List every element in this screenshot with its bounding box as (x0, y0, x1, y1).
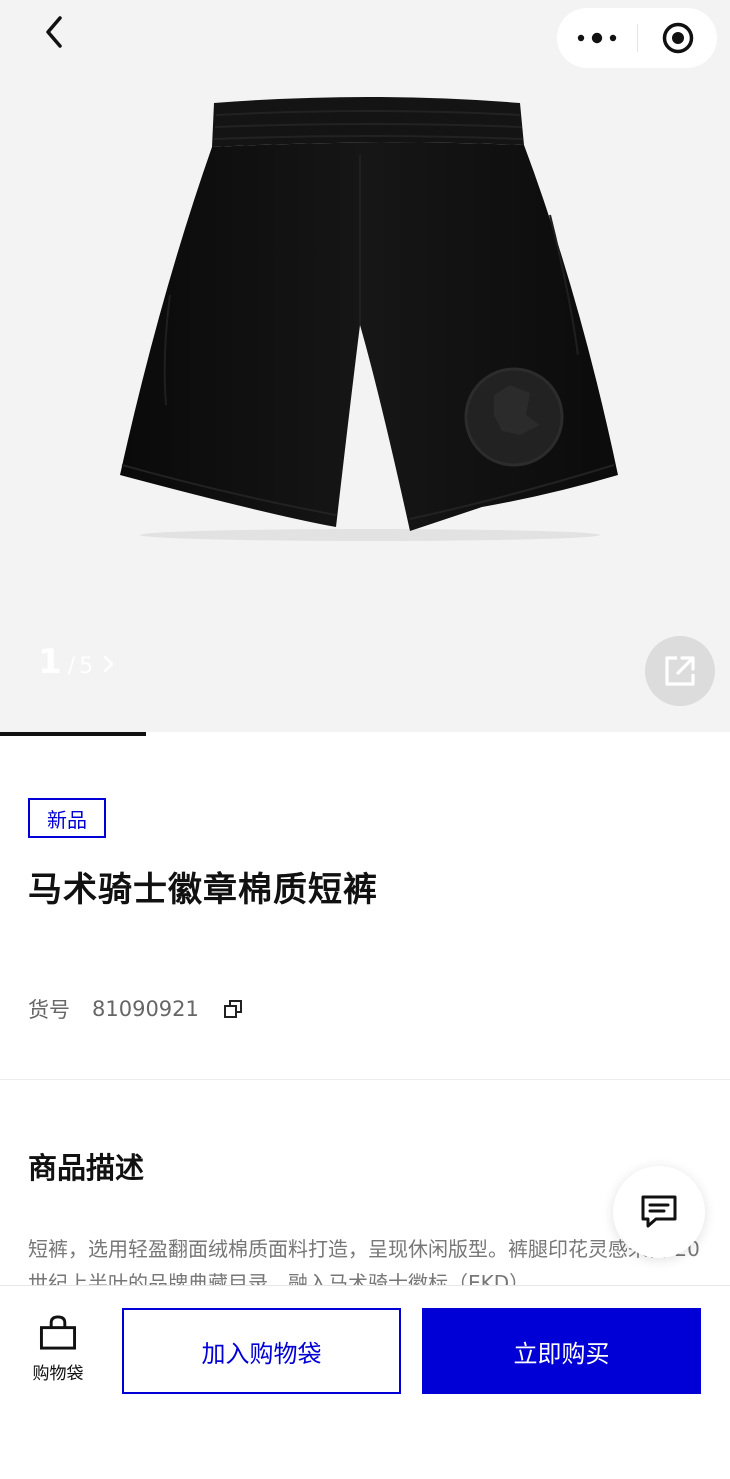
description-heading: 商品描述 (28, 1151, 145, 1185)
chat-icon (641, 1195, 677, 1228)
product-gallery[interactable]: 1 / 5 (0, 0, 730, 736)
bottom-action-bar: 购物袋 加入购物袋 立即购买 (0, 1285, 730, 1479)
shopping-bag-icon (39, 1315, 77, 1350)
close-mini-program-button[interactable] (638, 8, 717, 68)
description-text: 短裤，选用轻盈翻面绒棉质面料打造，呈现休闲版型。裤腿印花灵感来自 20 世纪上半… (28, 1237, 700, 1286)
customer-service-button[interactable] (613, 1166, 705, 1258)
total-image-count: 5 (79, 654, 94, 679)
sku-row: 货号 81090921 (28, 994, 245, 1024)
more-icon (577, 32, 617, 44)
back-icon (46, 16, 62, 48)
image-counter-separator: / (67, 654, 76, 679)
sku-label: 货号 (28, 998, 70, 1022)
mini-program-capsule (557, 8, 717, 68)
shopping-bag-label: 购物袋 (32, 1364, 84, 1384)
more-button[interactable] (557, 8, 637, 68)
product-image (120, 97, 618, 541)
current-image-index: 1 (38, 642, 62, 682)
next-chevron-icon (103, 655, 114, 673)
product-title: 马术骑士徽章棉质短裤 (28, 870, 378, 910)
buy-now-button[interactable]: 立即购买 (422, 1308, 701, 1394)
gallery-progress-bar (0, 732, 730, 736)
add-to-bag-button[interactable]: 加入购物袋 (122, 1308, 401, 1394)
back-button[interactable] (30, 10, 80, 54)
gallery-progress-fill (0, 732, 146, 736)
section-divider (0, 1079, 730, 1080)
copy-sku-button[interactable] (221, 997, 245, 1021)
shopping-bag-button[interactable]: 购物袋 (18, 1314, 98, 1384)
share-icon (665, 656, 695, 686)
sku-value: 81090921 (92, 997, 199, 1021)
copy-icon (223, 1000, 242, 1018)
share-button[interactable] (645, 636, 715, 706)
new-badge: 新品 (28, 798, 106, 838)
close-mini-program-icon (662, 22, 693, 54)
image-counter[interactable]: 1 / 5 (38, 642, 115, 682)
